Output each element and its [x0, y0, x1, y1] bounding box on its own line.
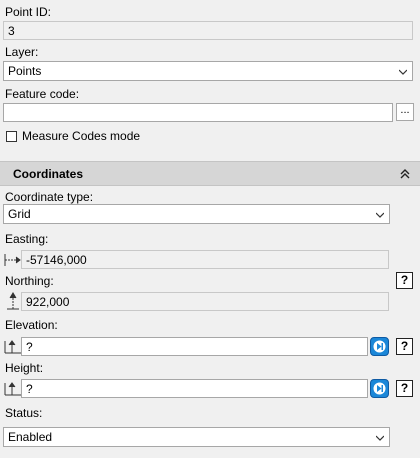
- height-input[interactable]: ?: [21, 379, 368, 398]
- status-select-value: Enabled: [8, 430, 53, 444]
- point-id-field[interactable]: 3: [3, 21, 413, 40]
- elevation-input[interactable]: ?: [21, 337, 368, 356]
- measure-codes-label: Measure Codes mode: [22, 129, 141, 143]
- easting-field[interactable]: -57146,000: [21, 250, 389, 269]
- coordinate-type-value: Grid: [8, 207, 31, 221]
- height-icon: [4, 382, 21, 396]
- height-label: Height:: [5, 361, 44, 375]
- coordinate-type-label: Coordinate type:: [5, 190, 94, 204]
- elevation-fetch-button[interactable]: [370, 337, 389, 356]
- coordinates-section-header[interactable]: Coordinates: [0, 161, 420, 186]
- height-fetch-button[interactable]: [370, 379, 389, 398]
- easting-arrow-icon: [4, 254, 21, 266]
- chevron-down-icon: [376, 212, 384, 218]
- feature-code-browse-button[interactable]: ...: [396, 103, 414, 121]
- feature-code-label: Feature code:: [5, 87, 80, 101]
- layer-select[interactable]: Points: [3, 61, 413, 81]
- elevation-icon: [4, 340, 21, 354]
- northing-field[interactable]: 922,000: [21, 292, 389, 311]
- northing-help-button[interactable]: ?: [396, 272, 413, 289]
- skip-forward-icon: [373, 382, 386, 395]
- northing-arrow-icon: [7, 292, 19, 310]
- status-label: Status:: [5, 406, 43, 420]
- layer-label: Layer:: [5, 45, 39, 59]
- easting-label: Easting:: [5, 232, 49, 246]
- height-help-button[interactable]: ?: [396, 380, 413, 397]
- double-chevron-up-icon[interactable]: [400, 169, 410, 179]
- skip-forward-icon: [373, 340, 386, 353]
- layer-select-value: Points: [8, 64, 42, 78]
- chevron-down-icon: [399, 69, 407, 75]
- measure-codes-checkbox[interactable]: [6, 131, 17, 142]
- feature-code-input[interactable]: [3, 103, 393, 122]
- point-id-label: Point ID:: [5, 5, 52, 19]
- elevation-label: Elevation:: [5, 318, 58, 332]
- elevation-help-button[interactable]: ?: [396, 338, 413, 355]
- coordinates-section-title: Coordinates: [13, 167, 84, 181]
- coordinate-type-select[interactable]: Grid: [3, 204, 390, 224]
- status-select[interactable]: Enabled: [3, 427, 390, 447]
- northing-label: Northing:: [5, 274, 54, 288]
- chevron-down-icon: [376, 435, 384, 441]
